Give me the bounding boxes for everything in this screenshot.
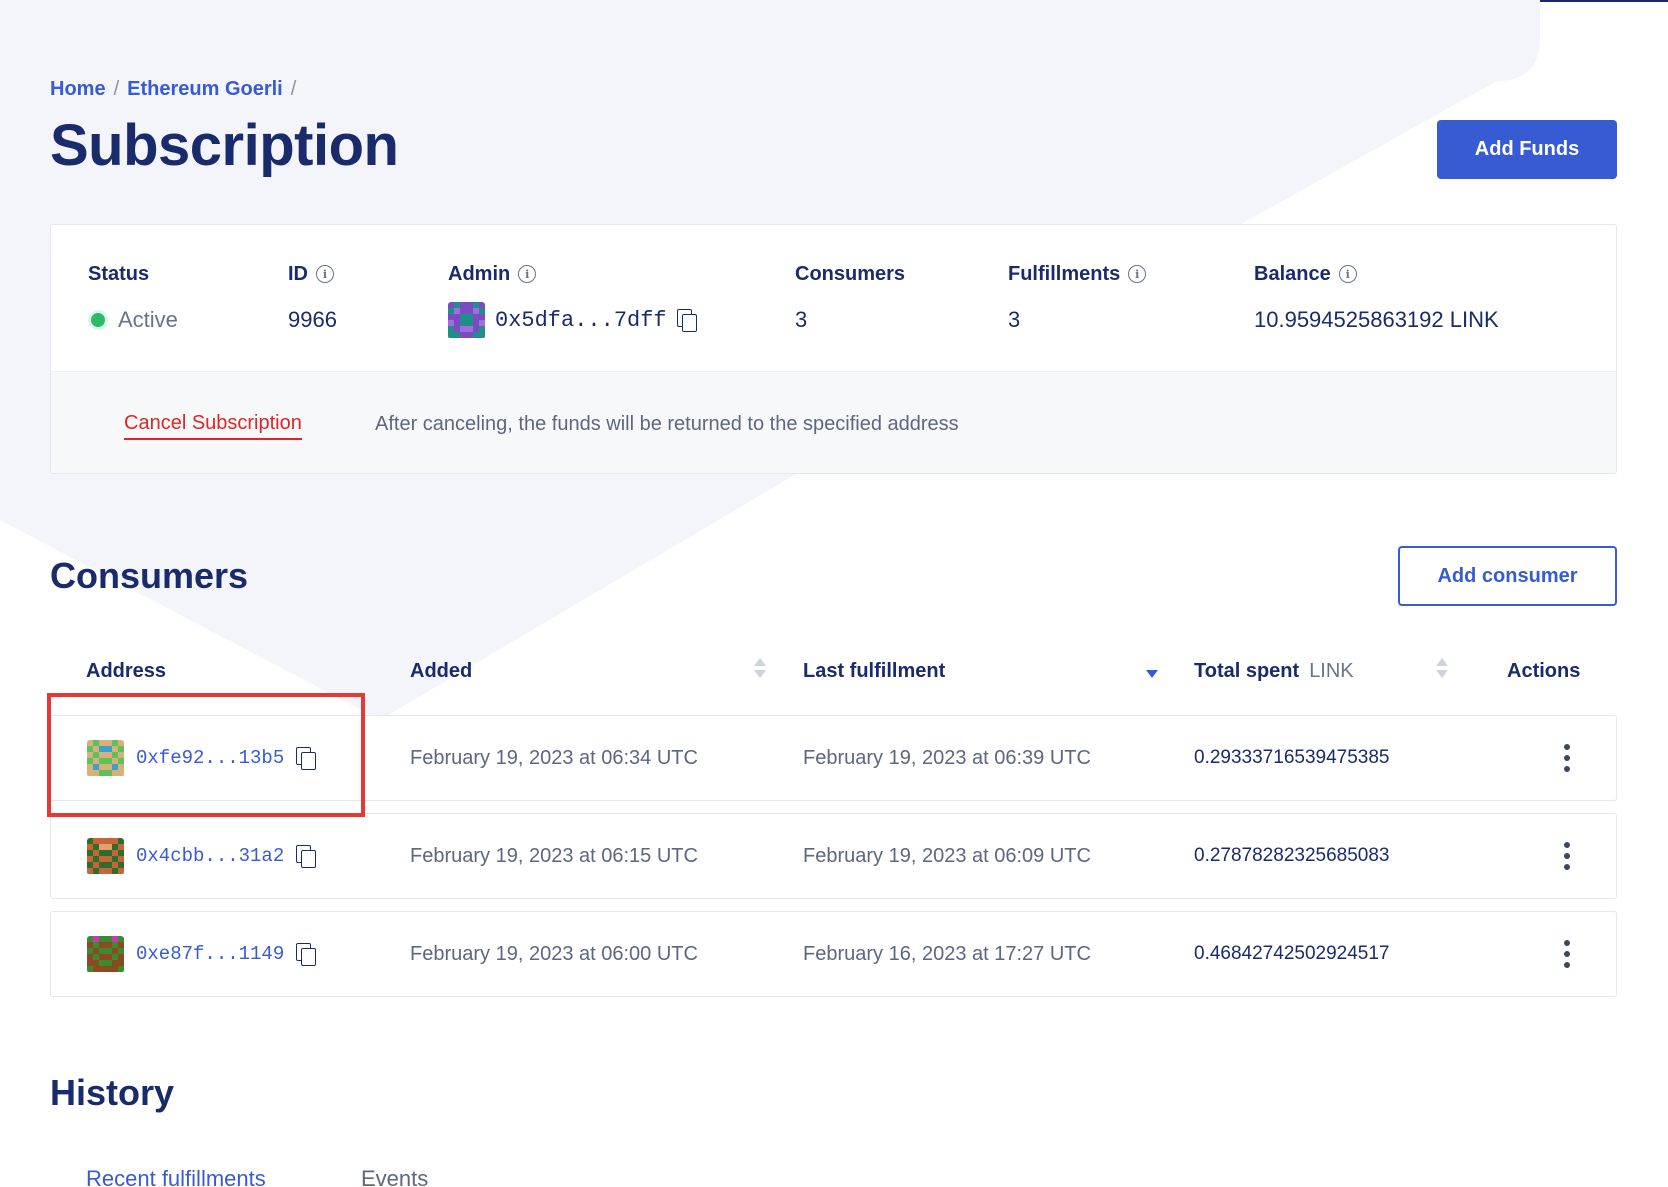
column-header-total-spent[interactable]: Total spent LINK (1194, 660, 1354, 683)
consumer-address-link[interactable]: 0x4cbb...31a2 (136, 845, 284, 867)
address-cell: 0x4cbb...31a2 (87, 814, 317, 898)
address-cell: 0xe87f...1149 (87, 912, 317, 996)
total-spent-cell: 0.29333716539475385 (1194, 747, 1390, 768)
subscription-summary-card: Status Active ID i 9966 Admin i 0x5dfa..… (50, 224, 1617, 474)
page-title: Subscription (50, 113, 399, 178)
fulfillments-label: Fulfillments (1008, 262, 1121, 285)
sort-icon[interactable] (754, 656, 766, 682)
stat-balance: Balance i 10.9594525863192 LINK (1254, 261, 1499, 337)
table-row: 0xfe92...13b5 February 19, 2023 at 06:34… (50, 715, 1617, 801)
breadcrumb-network[interactable]: Ethereum Goerli (127, 78, 283, 101)
actions-cell (1563, 814, 1571, 898)
consumer-address-link[interactable]: 0xfe92...13b5 (136, 747, 284, 769)
admin-avatar (448, 301, 485, 339)
breadcrumb: Home / Ethereum Goerli / (50, 78, 296, 101)
status-value: Active (88, 303, 178, 337)
total-spent-cell: 0.27878282325685083 (1194, 845, 1390, 866)
consumers-value: 3 (795, 307, 808, 332)
column-header-added[interactable]: Added (410, 660, 472, 683)
info-icon[interactable]: i (518, 265, 537, 283)
stat-admin: Admin i 0x5dfa...7dff (448, 261, 697, 339)
cancel-row: Cancel Subscription After canceling, the… (51, 371, 1616, 473)
status-text: Active (118, 307, 178, 332)
info-icon[interactable]: i (1338, 265, 1357, 283)
copy-icon[interactable] (296, 747, 317, 770)
added-cell: February 19, 2023 at 06:15 UTC (410, 844, 698, 867)
consumer-address-link[interactable]: 0xe87f...1149 (136, 943, 284, 965)
added-cell: February 19, 2023 at 06:34 UTC (410, 746, 698, 769)
column-header-last-fulfillment[interactable]: Last fulfillment (803, 660, 945, 683)
added-cell: February 19, 2023 at 06:00 UTC (410, 942, 698, 965)
total-spent-label: Total spent (1194, 660, 1300, 682)
id-label: ID (288, 262, 308, 285)
admin-value-group: 0x5dfa...7dff (448, 301, 697, 339)
consumer-avatar (87, 837, 124, 875)
admin-label-group: Admin i (448, 261, 697, 287)
admin-label: Admin (448, 262, 511, 285)
stat-id: ID i 9966 (288, 261, 337, 337)
copy-icon[interactable] (676, 309, 697, 332)
sort-desc-icon[interactable] (1146, 656, 1158, 682)
stat-status: Status Active (88, 261, 178, 337)
column-header-address: Address (86, 660, 167, 682)
breadcrumb-separator: / (113, 78, 120, 100)
id-value: 9966 (288, 307, 337, 332)
consumer-avatar (87, 935, 124, 973)
last-fulfillment-cell: February 16, 2023 at 17:27 UTC (803, 942, 1091, 965)
consumers-title: Consumers (50, 555, 249, 596)
table-row: 0xe87f...1149 February 19, 2023 at 06:00… (50, 911, 1617, 997)
last-fulfillment-cell: February 19, 2023 at 06:39 UTC (803, 746, 1091, 769)
fulfillments-value: 3 (1008, 307, 1021, 332)
tab-recent-fulfillments[interactable]: Recent fulfillments (86, 1166, 266, 1187)
add-consumer-button[interactable]: Add consumer (1398, 546, 1617, 606)
status-label: Status (88, 262, 150, 285)
add-funds-button[interactable]: Add Funds (1437, 120, 1617, 179)
summary-stats: Status Active ID i 9966 Admin i 0x5dfa..… (51, 225, 1616, 371)
table-row: 0x4cbb...31a2 February 19, 2023 at 06:15… (50, 813, 1617, 899)
balance-label-group: Balance i (1254, 261, 1499, 287)
balance-value: 10.9594525863192 LINK (1254, 307, 1499, 332)
last-fulfillment-cell: February 19, 2023 at 06:09 UTC (803, 844, 1091, 867)
breadcrumb-separator: / (290, 78, 297, 100)
history-title: History (50, 1072, 175, 1113)
more-actions-icon[interactable] (1563, 940, 1571, 968)
consumer-avatar (87, 739, 124, 777)
consumers-label: Consumers (795, 262, 906, 285)
breadcrumb-home[interactable]: Home (50, 78, 106, 101)
active-status-dot (88, 310, 108, 330)
balance-label: Balance (1254, 262, 1331, 285)
page: Home / Ethereum Goerli / Subscription Ad… (0, 0, 1668, 1187)
actions-cell (1563, 912, 1571, 996)
column-header-actions: Actions (1507, 660, 1581, 682)
more-actions-icon[interactable] (1563, 744, 1571, 772)
stat-fulfillments: Fulfillments i 3 (1008, 261, 1147, 337)
cancel-note: After canceling, the funds will be retur… (375, 413, 959, 435)
tab-events[interactable]: Events (361, 1166, 428, 1187)
copy-icon[interactable] (296, 943, 317, 966)
total-spent-unit: LINK (1309, 660, 1354, 682)
info-icon[interactable]: i (316, 265, 334, 283)
address-cell: 0xfe92...13b5 (87, 716, 317, 800)
fulfillments-label-group: Fulfillments i (1008, 261, 1147, 287)
info-icon[interactable]: i (1128, 265, 1147, 283)
copy-icon[interactable] (296, 845, 317, 868)
id-label-group: ID i (288, 261, 337, 287)
cancel-subscription-link[interactable]: Cancel Subscription (124, 412, 302, 440)
sort-icon[interactable] (1436, 656, 1448, 682)
actions-cell (1563, 716, 1571, 800)
total-spent-cell: 0.46842742502924517 (1194, 943, 1390, 964)
admin-address: 0x5dfa...7dff (495, 307, 667, 333)
more-actions-icon[interactable] (1563, 842, 1571, 870)
stat-consumers: Consumers 3 (795, 261, 905, 337)
